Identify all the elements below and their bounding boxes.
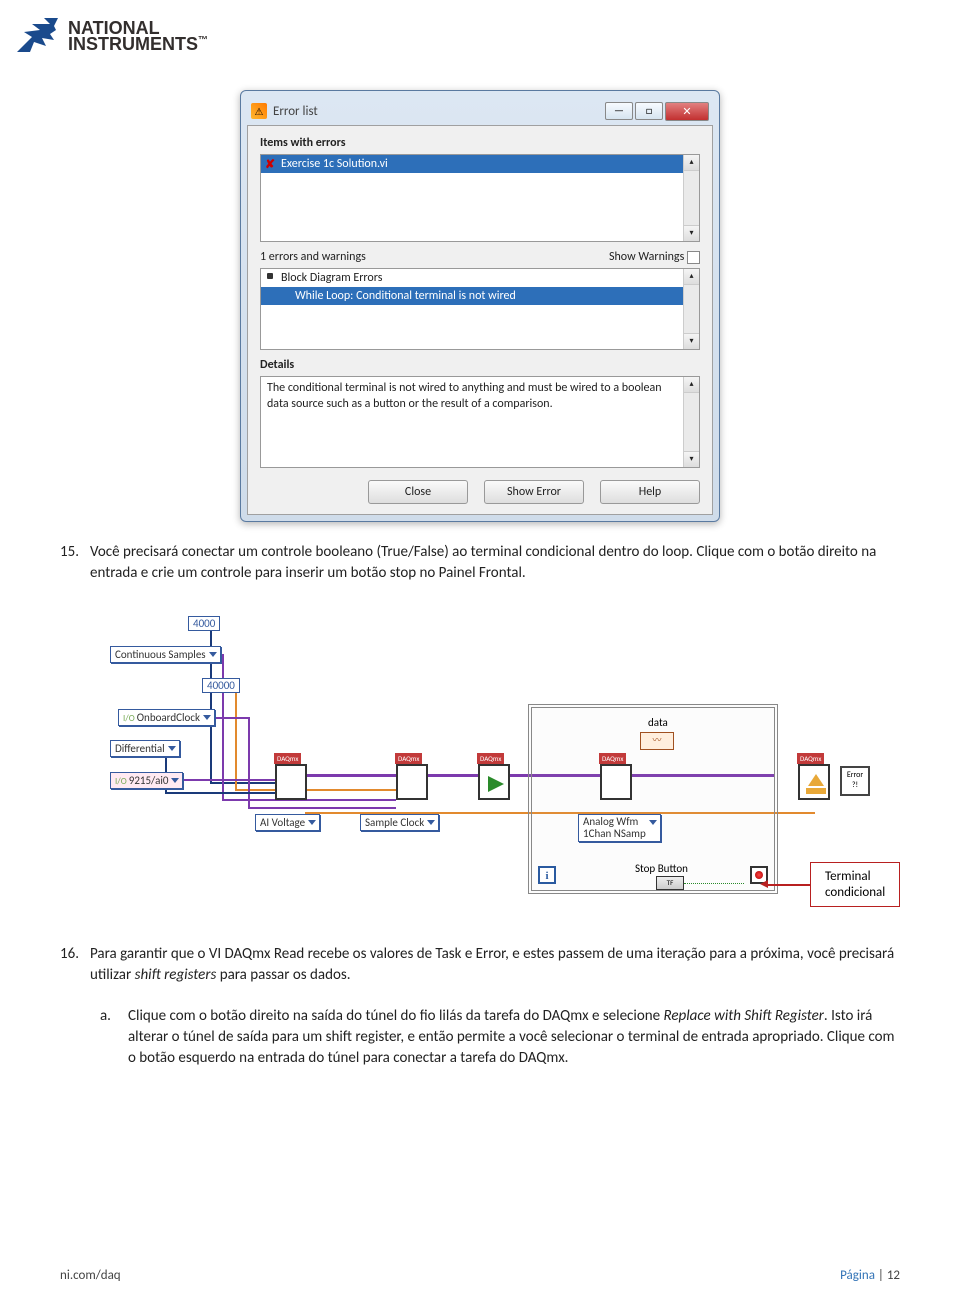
logo-line2: INSTRUMENTS	[68, 34, 198, 54]
eagle-icon	[12, 12, 60, 60]
footer-url: ni.com/daq	[60, 1268, 121, 1283]
maximize-button[interactable]: □	[635, 102, 663, 120]
waveform-indicator: 〰	[640, 732, 674, 750]
const-4000: 4000	[188, 616, 220, 631]
items-listbox[interactable]: ✘ Exercise 1c Solution.vi ▴▾	[260, 154, 700, 242]
show-warnings-label: Show Warnings	[609, 250, 700, 264]
scrollbar[interactable]: ▴▾	[683, 269, 699, 349]
details-label: Details	[260, 358, 700, 372]
onboard-clock: I/O OnboardClock	[118, 709, 215, 726]
daqmx-start	[478, 764, 510, 800]
error-count: 1 errors and warnings	[260, 250, 366, 264]
daqmx-timing	[396, 764, 428, 800]
iteration-terminal: i	[538, 866, 556, 884]
error-handler: Error?!	[840, 766, 870, 796]
logo-tm: ™	[198, 35, 208, 46]
scrollbar[interactable]: ▴▾	[683, 377, 699, 467]
daqmx-read	[600, 764, 632, 800]
device-channel: I/O 9215/ai0	[110, 772, 183, 789]
daqmx-create-channel	[275, 764, 307, 800]
page-number: Página | 12	[840, 1268, 900, 1283]
callout-arrow	[768, 884, 810, 886]
scrollbar[interactable]: ▴▾	[683, 155, 699, 241]
daqmx-clear	[798, 764, 830, 800]
para-15: 15. Você precisará conectar um controle …	[90, 542, 900, 584]
continuous-samples: Continuous Samples	[110, 646, 221, 663]
error-list-dialog: ⚠ Error list — □ ✕ Items with errors ✘ E…	[240, 90, 720, 522]
analog-wfm: Analog Wfm 1Chan NSamp	[578, 814, 661, 842]
logo: NATIONAL INSTRUMENTS™	[12, 12, 208, 60]
differential: Differential	[110, 740, 180, 757]
details-textbox[interactable]: The conditional terminal is not wired to…	[260, 376, 700, 468]
minimize-button[interactable]: —	[605, 102, 633, 120]
block-diagram: 4000 Continuous Samples 40000 I/O Onboar…	[80, 604, 880, 924]
footer: ni.com/daq Página | 12	[60, 1268, 900, 1283]
data-label: data	[648, 716, 668, 729]
show-warnings-checkbox[interactable]	[687, 251, 700, 264]
window-title: Error list	[273, 104, 605, 119]
x-icon: ✘	[265, 157, 275, 172]
close-dialog-button[interactable]: Close	[368, 480, 468, 504]
titlebar[interactable]: ⚠ Error list — □ ✕	[247, 97, 713, 125]
error-category[interactable]: Block Diagram Errors	[261, 269, 699, 287]
help-button[interactable]: Help	[600, 480, 700, 504]
show-error-button[interactable]: Show Error	[484, 480, 584, 504]
items-label: Items with errors	[260, 136, 700, 150]
error-item[interactable]: ✘ Exercise 1c Solution.vi	[261, 155, 699, 173]
errors-listbox[interactable]: Block Diagram Errors While Loop: Conditi…	[260, 268, 700, 350]
app-icon: ⚠	[251, 103, 267, 119]
error-detail-item[interactable]: While Loop: Conditional terminal is not …	[261, 287, 699, 305]
ai-voltage: AI Voltage	[255, 814, 320, 831]
para-16a: a. Clique com o botão direito na saída d…	[128, 1006, 900, 1069]
close-button[interactable]: ✕	[665, 102, 709, 121]
stop-button-label: Stop Button	[635, 862, 688, 875]
para-16: 16. Para garantir que o VI DAQmx Read re…	[90, 944, 900, 986]
callout-box: Terminal condicional	[810, 862, 900, 907]
stop-button-control: TF	[656, 876, 684, 890]
const-40000: 40000	[202, 678, 240, 693]
sample-clock: Sample Clock	[360, 814, 439, 831]
